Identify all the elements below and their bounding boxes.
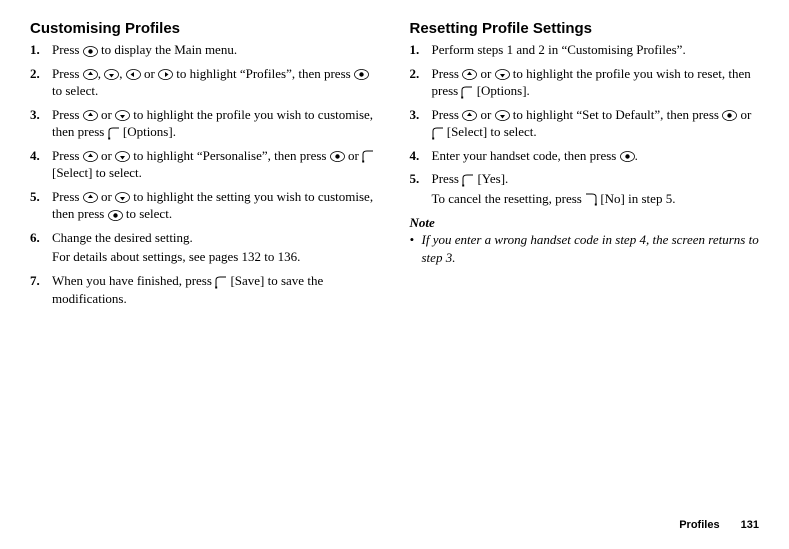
nav-up-icon — [83, 192, 98, 203]
nav-center-icon — [354, 69, 369, 80]
list-item: 4. Press or to highlight “Personalise”, t… — [30, 147, 380, 182]
page-footer: Profiles 131 — [679, 519, 759, 531]
list-item: 3. Press or to highlight “Set to Default”… — [410, 106, 760, 141]
step-subtext: For details about settings, see pages 13… — [52, 248, 380, 266]
nav-down-icon — [104, 69, 119, 80]
nav-down-icon — [115, 192, 130, 203]
step-number: 3. — [410, 106, 420, 124]
list-item: 4. Enter your handset code, then press . — [410, 147, 760, 165]
list-item: 1. Perform steps 1 and 2 in “Customising … — [410, 41, 760, 59]
nav-down-icon — [495, 110, 510, 121]
step-text: Press or to highlight “Set to Default”, … — [432, 107, 752, 140]
step-number: 7. — [30, 272, 40, 290]
list-item: 5. Press or to highlight the setting you … — [30, 188, 380, 223]
heading-customising: Customising Profiles — [30, 20, 380, 37]
step-number: 1. — [30, 41, 40, 59]
nav-down-icon — [115, 151, 130, 162]
left-list: 1. Press to display the Main menu. 2. Press… — [30, 41, 380, 307]
nav-up-icon — [83, 151, 98, 162]
nav-down-icon — [495, 69, 510, 80]
soft-left-icon — [215, 276, 227, 289]
step-number: 5. — [30, 188, 40, 206]
footer-section: Profiles — [679, 519, 719, 531]
soft-left-icon — [461, 86, 473, 99]
nav-center-icon — [620, 151, 635, 162]
step-text: Enter your handset code, then press . — [432, 148, 638, 163]
step-number: 2. — [410, 65, 420, 83]
list-item: 1. Press to display the Main menu. — [30, 41, 380, 59]
step-number: 4. — [30, 147, 40, 165]
list-item: 6. Change the desired setting. For details… — [30, 229, 380, 266]
right-column: Resetting Profile Settings 1. Perform ste… — [410, 20, 760, 313]
nav-up-icon — [83, 110, 98, 121]
soft-left-icon — [462, 174, 474, 187]
list-item: 2. Press or to highlight the profile you … — [410, 65, 760, 100]
nav-up-icon — [462, 69, 477, 80]
step-number: 5. — [410, 170, 420, 188]
soft-left-icon — [108, 127, 120, 140]
note-heading: Note — [410, 215, 760, 231]
nav-right-icon — [158, 69, 173, 80]
list-item: 2. Press , , or to highlight “Profiles”, … — [30, 65, 380, 100]
step-text: When you have finished, press [Save] to … — [52, 273, 323, 306]
soft-right-icon — [585, 193, 597, 206]
heading-resetting: Resetting Profile Settings — [410, 20, 760, 37]
soft-left-icon — [432, 127, 444, 140]
nav-center-icon — [330, 151, 345, 162]
step-number: 4. — [410, 147, 420, 165]
nav-up-icon — [83, 69, 98, 80]
list-item: 5. Press [Yes]. To cancel the resetting, p… — [410, 170, 760, 207]
nav-center-icon — [108, 210, 123, 221]
step-text: Press [Yes]. — [432, 171, 509, 186]
left-column: Customising Profiles 1. Press to display … — [30, 20, 380, 313]
step-text: Press or to highlight the setting you wi… — [52, 189, 373, 222]
footer-page-number: 131 — [741, 519, 759, 531]
soft-left-icon — [362, 150, 374, 163]
step-text: Press or to highlight the profile you wi… — [432, 66, 751, 99]
step-number: 3. — [30, 106, 40, 124]
step-text: Perform steps 1 and 2 in “Customising Pr… — [432, 42, 686, 57]
step-subtext: To cancel the resetting, press [No] in s… — [432, 190, 760, 208]
right-list: 1. Perform steps 1 and 2 in “Customising … — [410, 41, 760, 207]
nav-center-icon — [83, 46, 98, 57]
step-number: 6. — [30, 229, 40, 247]
step-number: 1. — [410, 41, 420, 59]
step-text: Press to display the Main menu. — [52, 42, 237, 57]
step-text: Change the desired setting. — [52, 230, 193, 245]
step-text: Press or to highlight “Personalise”, the… — [52, 148, 374, 181]
step-text: Press or to highlight the profile you wi… — [52, 107, 373, 140]
nav-center-icon — [722, 110, 737, 121]
nav-up-icon — [462, 110, 477, 121]
note-body: If you enter a wrong handset code in ste… — [410, 231, 760, 266]
step-text: Press , , or to highlight “Profiles”, th… — [52, 66, 369, 99]
nav-down-icon — [115, 110, 130, 121]
list-item: 7. When you have finished, press [Save] t… — [30, 272, 380, 307]
nav-left-icon — [126, 69, 141, 80]
step-number: 2. — [30, 65, 40, 83]
list-item: 3. Press or to highlight the profile you … — [30, 106, 380, 141]
